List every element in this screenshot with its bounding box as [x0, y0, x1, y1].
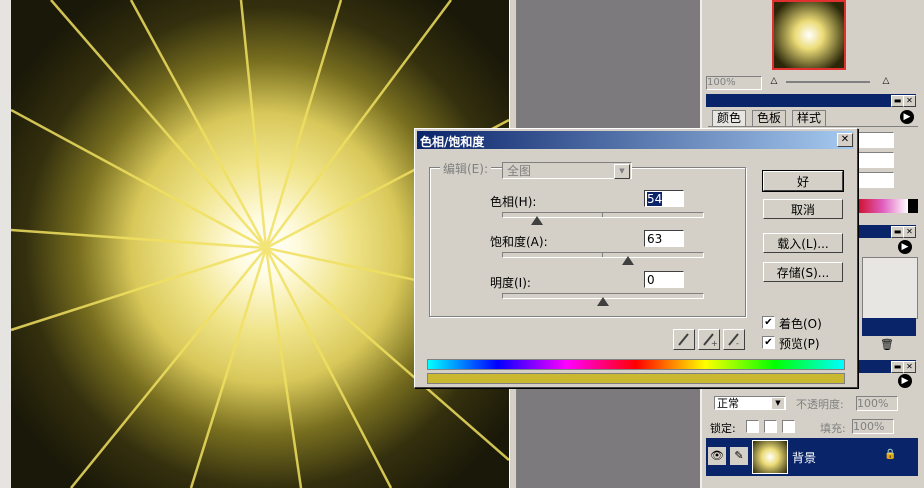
eyedropper-minus-icon[interactable]: - — [723, 329, 745, 350]
lock-icon: 🔒 — [884, 449, 897, 460]
svg-text:-: - — [736, 339, 739, 348]
blend-mode-select[interactable]: 正常 ▼ — [714, 396, 786, 410]
tab-swatches[interactable]: 色板 — [752, 110, 787, 126]
lock-move-checkbox[interactable] — [782, 420, 795, 433]
lock-label: 锁定: — [710, 422, 736, 435]
color-ramp-black[interactable] — [908, 199, 918, 213]
color-panel-tabs: 颜色 色板 样式 ▶ — [708, 110, 918, 127]
lock-transparency-checkbox[interactable] — [746, 420, 759, 433]
brush-icon[interactable]: ✎ — [730, 447, 748, 465]
colorize-checkbox[interactable]: ✔ — [762, 316, 775, 329]
eye-icon[interactable]: 👁 — [708, 447, 726, 465]
panel-menu-arrow-icon[interactable]: ▶ — [898, 374, 912, 388]
fill-label: 填充: — [820, 422, 846, 435]
trash-icon[interactable]: 🗑 — [880, 338, 894, 351]
edit-select-value: 全图 — [507, 164, 532, 178]
lightness-thumb-area — [502, 293, 704, 306]
eyedropper-plus-icon[interactable]: + — [698, 329, 720, 350]
result-spectrum-bar — [427, 373, 845, 384]
zoom-out-icon[interactable]: △ — [766, 76, 782, 88]
color-ramp[interactable] — [858, 199, 908, 213]
cancel-button[interactable]: 取消 — [763, 199, 843, 219]
edit-select[interactable]: 全图 ▼ — [502, 162, 632, 179]
preview-label: 预览(P) — [779, 337, 820, 351]
close-icon[interactable]: ✕ — [903, 361, 916, 373]
saturation-thumb-area — [502, 252, 704, 265]
adjustment-group: 编辑(E): 全图 ▼ 色相(H): 54 饱和度(A): 63 明度(I): … — [429, 160, 746, 317]
saturation-slider-thumb[interactable] — [621, 256, 634, 265]
dialog-title: 色相/饱和度 — [420, 135, 485, 149]
saturation-label: 饱和度(A): — [490, 235, 548, 249]
layer-row-background[interactable]: 👁 ✎ 背景 🔒 — [706, 438, 918, 476]
zoom-in-icon[interactable]: △ — [878, 76, 894, 88]
dialog-titlebar[interactable]: 色相/饱和度 ✕ — [417, 131, 854, 149]
color-g-field[interactable] — [856, 152, 894, 168]
history-selected-item[interactable] — [862, 318, 916, 336]
navigator-preview — [774, 2, 844, 68]
tab-styles[interactable]: 样式 — [792, 110, 827, 126]
input-spectrum-bar — [427, 359, 845, 370]
history-list[interactable] — [862, 257, 918, 319]
fill-field[interactable]: 100% — [852, 419, 894, 434]
navigator-zoom-field[interactable]: 100% — [706, 76, 762, 90]
preview-checkbox[interactable]: ✔ — [762, 336, 775, 349]
lightness-input[interactable]: 0 — [644, 271, 684, 288]
close-icon[interactable]: ✕ — [837, 133, 853, 147]
lightness-slider-thumb[interactable] — [597, 297, 609, 306]
layer-thumbnail — [752, 440, 788, 474]
hue-thumb-area — [502, 212, 704, 225]
lock-paint-checkbox[interactable] — [764, 420, 777, 433]
chevron-down-icon[interactable]: ▼ — [772, 398, 784, 409]
opacity-label: 不透明度: — [796, 398, 844, 411]
hue-input[interactable]: 54 — [644, 190, 684, 207]
save-button[interactable]: 存储(S)... — [763, 262, 843, 282]
color-r-field[interactable] — [856, 132, 894, 148]
tab-color[interactable]: 颜色 — [712, 110, 747, 126]
blend-mode-value: 正常 — [717, 397, 739, 410]
layer-name: 背景 — [792, 451, 817, 465]
hue-saturation-dialog: 色相/饱和度 ✕ 编辑(E): 全图 ▼ 色相(H): 54 饱和度(A): 6… — [414, 128, 858, 388]
close-icon[interactable]: ✕ — [903, 226, 916, 238]
opacity-field[interactable]: 100% — [856, 396, 898, 411]
svg-text:+: + — [711, 339, 718, 348]
eyedropper-icon[interactable] — [673, 329, 695, 350]
load-button[interactable]: 载入(L)... — [763, 233, 843, 253]
hue-label: 色相(H): — [490, 195, 537, 209]
hue-input-value: 54 — [647, 192, 663, 206]
panel-menu-arrow-icon[interactable]: ▶ — [898, 240, 912, 254]
saturation-input[interactable]: 63 — [644, 230, 684, 247]
hue-slider-thumb[interactable] — [530, 216, 543, 225]
lightness-label: 明度(I): — [490, 276, 531, 290]
ok-button[interactable]: 好 — [762, 170, 844, 192]
navigator-thumbnail[interactable] — [772, 0, 846, 70]
edit-label: 编辑(E): — [440, 160, 491, 177]
zoom-slider-track[interactable] — [786, 81, 870, 83]
color-b-field[interactable] — [856, 172, 894, 188]
colorize-label: 着色(O) — [779, 317, 822, 331]
panel-menu-arrow-icon[interactable]: ▶ — [900, 110, 914, 124]
lock-options[interactable] — [746, 419, 806, 433]
close-icon[interactable]: ✕ — [903, 95, 916, 107]
chevron-down-icon[interactable]: ▼ — [614, 164, 630, 179]
color-panel-titlebar[interactable]: ▬ ✕ — [706, 94, 916, 107]
